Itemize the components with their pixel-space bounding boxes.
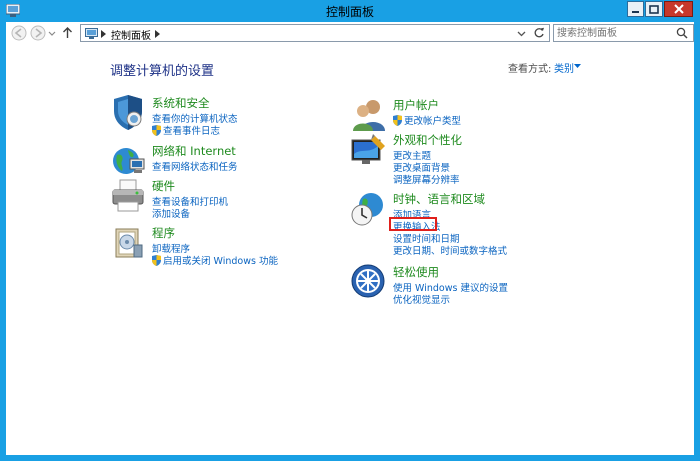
refresh-icon[interactable] [533,27,545,39]
breadcrumb-separator-icon[interactable] [101,30,106,38]
programs-icon[interactable] [110,225,146,261]
window-title: 控制面板 [325,5,374,19]
page-title: 调整计算机的设置 [110,64,215,79]
control-panel-location-icon [85,28,98,39]
link-windows-features-row: 启用或关闭 Windows 功能 [152,253,278,267]
category-title-system-security[interactable]: 系统和安全 [152,95,210,111]
forward-arrow-icon[interactable] [30,25,46,41]
view-by-label: 查看方式: [508,64,552,75]
category-title-appearance[interactable]: 外观和个性化 [393,132,462,148]
link-adjust-screen-resolution[interactable]: 调整屏幕分辨率 [393,172,460,186]
search-icon[interactable] [676,27,688,39]
category-title-clock-language-region[interactable]: 时钟、语言和区域 [393,191,485,207]
link-turn-windows-features[interactable]: 启用或关闭 Windows 功能 [163,256,278,267]
uac-shield-icon [152,125,161,136]
address-dropdown-icon[interactable] [517,31,526,37]
close-icon [673,4,684,14]
minimize-icon [632,10,639,13]
printer-icon[interactable] [110,178,146,214]
maximize-icon [649,4,659,14]
category-title-network-internet[interactable]: 网络和 Internet [152,143,236,159]
input-method-highlight-box [389,217,437,231]
appearance-monitor-icon[interactable] [351,132,387,168]
back-arrow-icon[interactable] [11,25,27,41]
view-by-chevron-icon[interactable] [574,64,581,68]
link-view-network-status[interactable]: 查看网络状态和任务 [152,159,238,173]
user-accounts-icon[interactable] [351,97,387,133]
link-change-account-type-row: 更改帐户类型 [393,113,461,127]
ease-of-access-icon[interactable] [351,264,387,300]
search-input[interactable] [557,26,672,40]
link-optimize-visual-display[interactable]: 优化视觉显示 [393,292,450,306]
breadcrumb-control-panel[interactable]: 控制面板 [111,27,151,42]
view-by-dropdown[interactable]: 类别 [554,60,574,75]
search-box[interactable] [553,24,694,42]
title-bar: 控制面板 [0,0,700,22]
close-button[interactable] [664,1,693,17]
up-arrow-icon[interactable] [61,25,74,41]
address-bar[interactable]: 控制面板 [80,24,550,42]
link-change-account-type[interactable]: 更改帐户类型 [404,116,461,127]
uac-shield-icon [152,255,161,266]
category-title-ease-of-access[interactable]: 轻松使用 [393,264,439,280]
network-globe-icon[interactable] [110,143,146,179]
category-title-hardware[interactable]: 硬件 [152,178,175,194]
system-security-shield-icon[interactable] [110,95,146,131]
uac-shield-icon [393,115,402,126]
navigation-bar: 控制面板 [6,22,694,45]
recent-locations-chevron-icon[interactable] [48,25,56,41]
link-view-event-logs-row: 查看事件日志 [152,123,220,137]
link-change-date-time-number-formats[interactable]: 更改日期、时间或数字格式 [393,243,507,257]
control-panel-content: 调整计算机的设置 查看方式: 类别 系统和安全 查看你的计算机状态 查看事件日志 [6,45,694,455]
link-view-event-logs[interactable]: 查看事件日志 [163,126,220,137]
category-title-user-accounts[interactable]: 用户帐户 [393,97,439,113]
maximize-button[interactable] [645,1,663,17]
control-panel-window: 控制面板 控制面板 搜索控制面板 调整计算机的设置 查看方式: 类别 系统和安全… [0,0,700,461]
clock-globe-icon[interactable] [351,191,387,227]
minimize-button[interactable] [627,1,644,17]
breadcrumb-expand-icon[interactable] [155,30,160,38]
category-title-programs[interactable]: 程序 [152,225,175,241]
link-add-device[interactable]: 添加设备 [152,206,190,220]
